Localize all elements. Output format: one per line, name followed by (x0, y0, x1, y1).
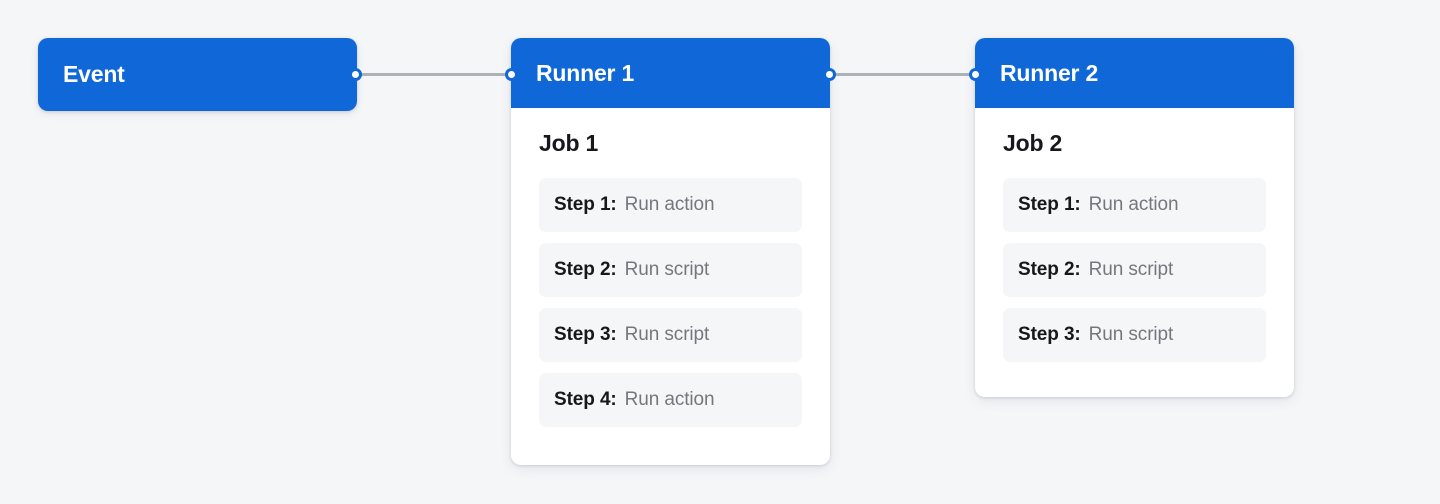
step-label: Step 4: (554, 389, 617, 410)
event-node-title: Event (63, 61, 125, 87)
runner-2-input-port[interactable] (969, 68, 982, 81)
runner-1-output-port[interactable] (823, 68, 836, 81)
event-node[interactable]: Event (38, 38, 357, 111)
step-row[interactable]: Step 4: Run action (539, 373, 802, 427)
runner-2-title: Runner 2 (1000, 59, 1099, 86)
step-label: Step 3: (1018, 324, 1081, 345)
step-label: Step 2: (1018, 259, 1081, 280)
step-value: Run action (1088, 194, 1179, 215)
step-label: Step 1: (1018, 194, 1081, 215)
step-row[interactable]: Step 2: Run script (1003, 243, 1266, 297)
runner-2-body: Job 2 Step 1: Run action Step 2: Run scr… (975, 108, 1294, 388)
workflow-diagram-canvas: Event Runner 1 Job 1 Step 1: Run action … (0, 0, 1440, 504)
runner-1-title: Runner 1 (536, 59, 635, 86)
step-row[interactable]: Step 2: Run script (539, 243, 802, 297)
step-value: Run action (624, 194, 715, 215)
step-row[interactable]: Step 1: Run action (539, 178, 802, 232)
step-value: Run action (624, 389, 715, 410)
edge-runner-1-to-runner-2 (829, 73, 976, 76)
step-value: Run script (624, 324, 710, 345)
runner-2-steps-list: Step 1: Run action Step 2: Run script St… (1003, 178, 1266, 362)
step-row[interactable]: Step 3: Run script (539, 308, 802, 362)
runner-1-input-port[interactable] (505, 68, 518, 81)
runner-1-steps-list: Step 1: Run action Step 2: Run script St… (539, 178, 802, 427)
runner-1-body: Job 1 Step 1: Run action Step 2: Run scr… (511, 108, 830, 453)
step-value: Run script (1088, 259, 1174, 280)
runner-1-card[interactable]: Runner 1 Job 1 Step 1: Run action Step 2… (511, 38, 830, 465)
runner-2-header: Runner 2 (975, 38, 1294, 108)
step-row[interactable]: Step 3: Run script (1003, 308, 1266, 362)
runner-1-job-title: Job 1 (539, 130, 599, 156)
event-output-port[interactable] (349, 68, 362, 81)
step-label: Step 3: (554, 324, 617, 345)
step-row[interactable]: Step 1: Run action (1003, 178, 1266, 232)
step-value: Run script (1088, 324, 1174, 345)
runner-2-job-title: Job 2 (1003, 130, 1063, 156)
step-value: Run script (624, 259, 710, 280)
runner-2-card[interactable]: Runner 2 Job 2 Step 1: Run action Step 2… (975, 38, 1294, 397)
step-label: Step 1: (554, 194, 617, 215)
edge-event-to-runner-1 (356, 73, 513, 76)
step-label: Step 2: (554, 259, 617, 280)
runner-1-header: Runner 1 (511, 38, 830, 108)
